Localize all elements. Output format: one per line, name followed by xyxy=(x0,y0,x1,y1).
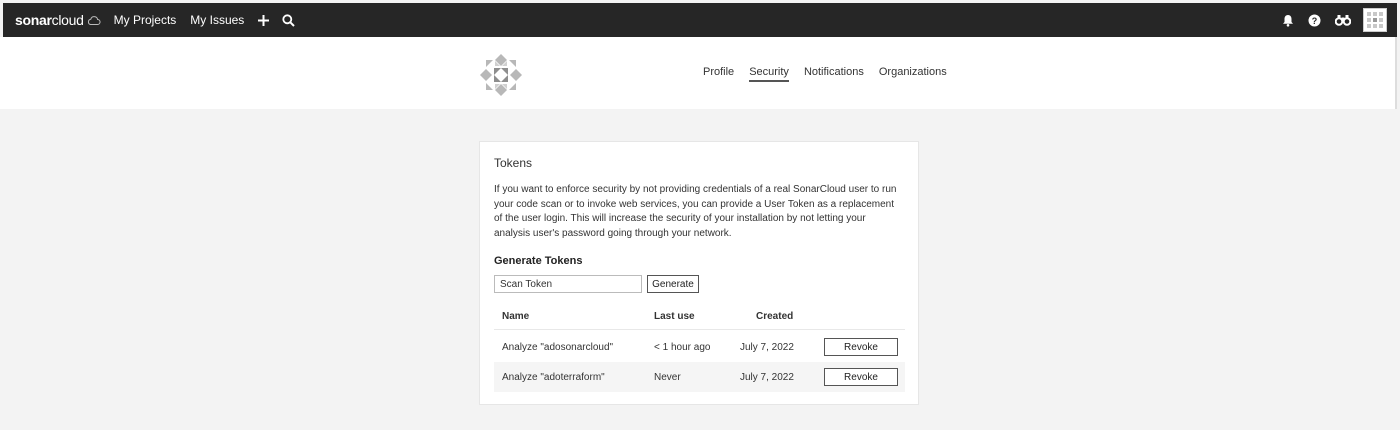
generate-button[interactable]: Generate xyxy=(647,275,699,293)
column-header-created: Created xyxy=(756,311,794,322)
tab-notifications[interactable]: Notifications xyxy=(804,66,864,82)
token-created: July 7, 2022 xyxy=(740,342,794,353)
tab-profile[interactable]: Profile xyxy=(703,66,734,82)
column-header-last-use: Last use xyxy=(654,311,695,322)
table-row: Analyze "adosonarcloud" < 1 hour ago Jul… xyxy=(494,332,905,362)
tokens-description: If you want to enforce security by not p… xyxy=(494,184,897,239)
tokens-table: Name Last use Created Analyze "adosonarc… xyxy=(494,305,905,392)
bell-icon[interactable] xyxy=(1282,14,1294,27)
sonarcloud-logo[interactable]: sonar cloud xyxy=(15,3,101,37)
column-header-name: Name xyxy=(502,311,530,322)
token-name: Analyze "adosonarcloud" xyxy=(502,342,614,353)
avatar[interactable] xyxy=(1363,8,1387,32)
token-created: July 7, 2022 xyxy=(740,372,794,383)
svg-text:?: ? xyxy=(1312,15,1318,25)
binoculars-icon[interactable] xyxy=(1335,14,1351,26)
revoke-button[interactable]: Revoke xyxy=(824,338,898,356)
tokens-card: Tokens If you want to enforce security b… xyxy=(479,141,919,405)
logo-text-sonar: sonar xyxy=(15,12,52,28)
generate-tokens-heading: Generate Tokens xyxy=(494,255,583,267)
tab-organizations[interactable]: Organizations xyxy=(879,66,947,82)
token-last-use: Never xyxy=(654,372,681,383)
logo-text-cloud: cloud xyxy=(51,12,84,28)
search-icon[interactable] xyxy=(282,13,296,27)
token-name: Analyze "adoterraform" xyxy=(502,372,605,383)
table-header: Name Last use Created xyxy=(494,305,905,330)
token-last-use: < 1 hour ago xyxy=(654,342,711,353)
top-right-actions: ? xyxy=(1282,3,1397,37)
nav-my-projects[interactable]: My Projects xyxy=(114,13,177,27)
tab-security[interactable]: Security xyxy=(749,66,789,82)
help-icon[interactable]: ? xyxy=(1308,14,1321,27)
tokens-title: Tokens xyxy=(494,156,533,170)
top-navigation-bar: sonar cloud My Projects My Issues ? xyxy=(3,3,1397,37)
nav-my-issues[interactable]: My Issues xyxy=(190,13,244,27)
revoke-button[interactable]: Revoke xyxy=(824,368,898,386)
table-row: Analyze "adoterraform" Never July 7, 202… xyxy=(494,362,905,392)
account-tabs: Profile Security Notifications Organizat… xyxy=(703,66,962,82)
profile-avatar xyxy=(478,52,524,98)
cloud-icon xyxy=(87,15,101,26)
account-header: Profile Security Notifications Organizat… xyxy=(0,37,1397,109)
token-name-input[interactable] xyxy=(494,275,642,293)
plus-icon[interactable] xyxy=(257,14,270,27)
